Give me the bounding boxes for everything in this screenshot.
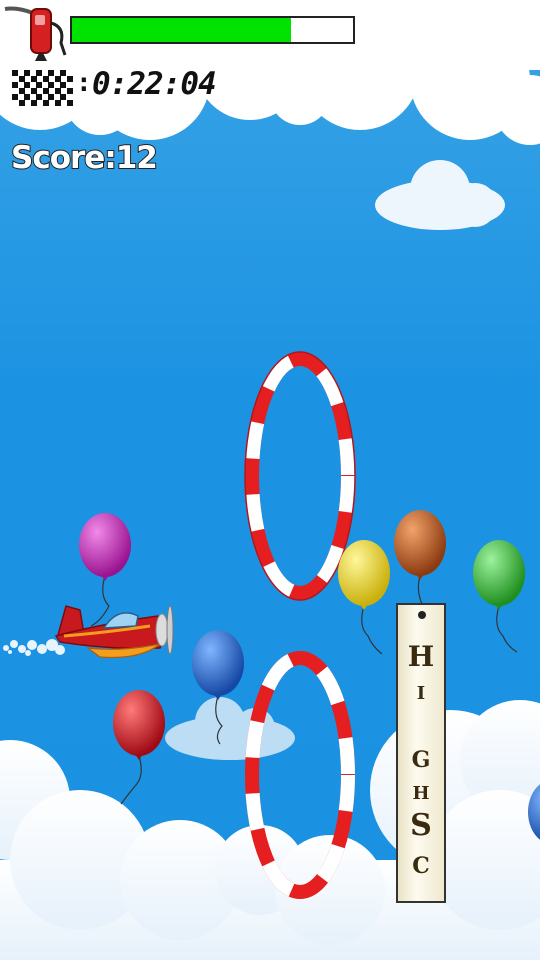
fuel-pump-icon — [4, 6, 67, 61]
hoop-top — [244, 351, 356, 601]
banner-letter: G — [411, 747, 431, 773]
small-cloud — [375, 160, 505, 230]
balloon-red[interactable] — [113, 690, 165, 805]
banner-hole — [418, 611, 426, 619]
exhaust-trail — [3, 639, 65, 656]
balloon-yellow[interactable] — [338, 540, 390, 655]
fuel-gauge-fill — [72, 18, 292, 42]
banner-letter: H — [407, 640, 435, 673]
player-plane[interactable] — [3, 605, 174, 659]
checkered-flag-icon — [12, 70, 73, 106]
balloon-brown[interactable] — [394, 510, 446, 605]
score-label: Score:12 — [10, 139, 159, 177]
timer-separator: : — [76, 68, 92, 98]
banner-letter: C — [412, 853, 430, 879]
mid-cloud — [165, 697, 295, 760]
balloon-green[interactable] — [473, 540, 525, 653]
race-timer: 0:22:04 — [92, 66, 217, 102]
fuel-gauge — [70, 16, 355, 44]
high-score-banner[interactable]: H I G H S C — [396, 603, 446, 903]
banner-letter: H — [412, 783, 430, 804]
balloon-purple[interactable] — [79, 513, 131, 627]
game-screen[interactable]: : 0:22:04 Score:12 H I G H S C — [0, 0, 540, 960]
banner-letter: I — [416, 683, 426, 704]
banner-letter: S — [410, 808, 432, 843]
